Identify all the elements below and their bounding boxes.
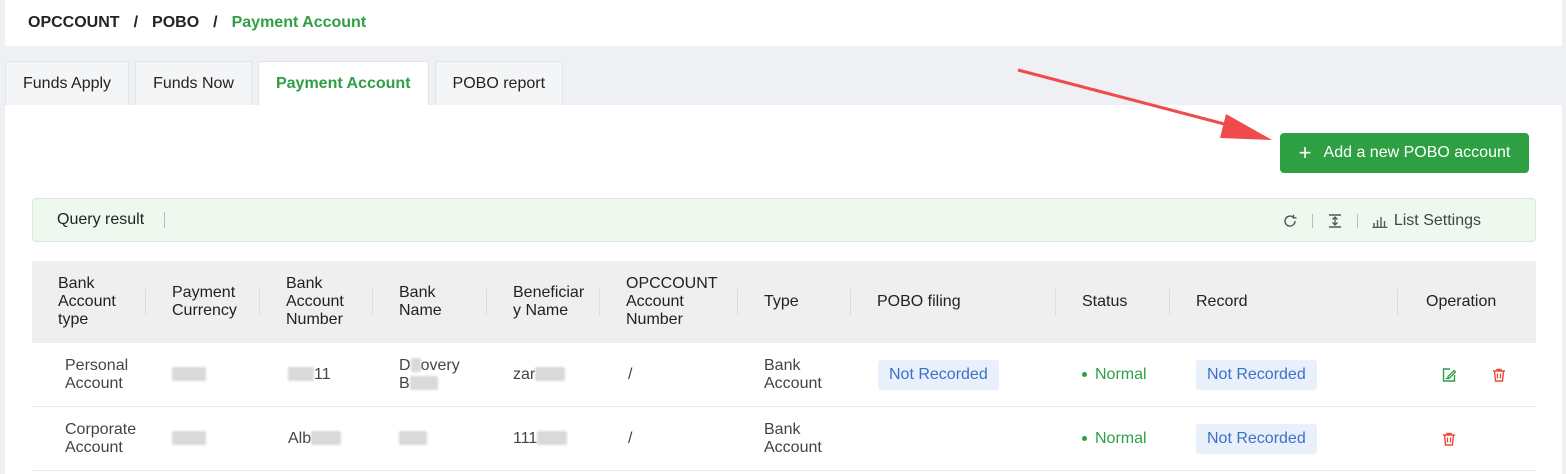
tab-funds-now[interactable]: Funds Now <box>135 61 252 105</box>
payment-account-table: Bank Account type Payment Currency Bank Acco… <box>32 261 1536 471</box>
header-status: Status <box>1056 289 1170 315</box>
tab-funds-apply[interactable]: Funds Apply <box>5 61 130 105</box>
cell-operation <box>1398 431 1536 447</box>
breadcrumb-payment-account: Payment Account <box>231 14 367 31</box>
table-header: Bank Account type Payment Currency Bank Acco… <box>32 261 1536 343</box>
redacted-value <box>535 367 566 382</box>
cell-type: Bank Account <box>764 420 822 456</box>
cell-account-type: Personal Account <box>65 356 129 392</box>
divider <box>1356 214 1358 228</box>
cell-record: Not Recorded <box>1170 423 1398 454</box>
redacted-value <box>311 431 342 446</box>
list-settings-button[interactable]: List Settings <box>1372 212 1481 230</box>
redacted-value <box>537 431 568 446</box>
row-height-icon[interactable] <box>1327 213 1343 229</box>
table-row: Corporate Account Alb 111 / Bank Account N… <box>32 407 1536 471</box>
header-bank-account-type: Bank Account type <box>32 275 146 329</box>
pobo-filing-badge: Not Recorded <box>878 359 999 390</box>
record-badge: Not Recorded <box>1196 359 1317 390</box>
breadcrumb-opccount[interactable]: OPCCOUNT <box>28 14 120 32</box>
delete-icon[interactable] <box>1441 431 1457 447</box>
header-type: Type <box>738 289 851 315</box>
breadcrumb-pobo[interactable]: POBO <box>152 14 199 32</box>
cell-status: Normal <box>1056 430 1170 448</box>
cell-payment-currency <box>146 430 260 448</box>
add-pobo-account-label: Add a new POBO account <box>1323 144 1511 161</box>
tab-pobo-report[interactable]: POBO report <box>434 61 564 105</box>
header-record: Record <box>1170 289 1398 315</box>
redacted-value <box>172 431 206 446</box>
query-result-title: Query result <box>57 211 145 228</box>
redacted-value <box>172 367 206 382</box>
refresh-icon[interactable] <box>1282 213 1298 229</box>
cell-status: Normal <box>1056 366 1170 384</box>
bar-chart-icon <box>1372 217 1388 228</box>
cell-bank-account-number: Alb <box>260 430 373 448</box>
status-indicator: Normal <box>1082 366 1170 384</box>
header-beneficiary-name: Beneficiar y Name <box>487 284 600 320</box>
cell-beneficiary-name: zar <box>487 366 600 384</box>
cell-account-type: Corporate Account <box>65 420 137 456</box>
header-operation: Operation <box>1426 293 1497 310</box>
header-bank-name: Bank Name <box>373 284 487 320</box>
tab-payment-account[interactable]: Payment Account <box>257 61 429 105</box>
status-dot-icon <box>1082 436 1087 441</box>
cell-type: Bank Account <box>764 356 822 392</box>
main-panel: + Add a new POBO account Query result Li… <box>5 105 1562 474</box>
cell-record: Not Recorded <box>1170 359 1398 390</box>
record-badge: Not Recorded <box>1196 423 1317 454</box>
cell-opccount-number: / <box>628 365 633 383</box>
redacted-value <box>409 376 438 391</box>
divider <box>164 212 166 228</box>
cell-operation <box>1398 367 1536 383</box>
cell-bank-name <box>373 430 487 448</box>
query-tools: List Settings <box>1282 199 1481 243</box>
table-row: Personal Account 11 Dovery B zar / Bank Ac… <box>32 343 1536 407</box>
header-opccount-account-number: OPCCOUNT Account Number <box>600 275 738 329</box>
add-pobo-account-button[interactable]: + Add a new POBO account <box>1280 133 1529 173</box>
redacted-value <box>410 358 421 373</box>
divider <box>1311 214 1313 228</box>
tab-bar: Funds Apply Funds Now Payment Account PO… <box>5 61 569 105</box>
cell-beneficiary-name: 111 <box>487 430 600 448</box>
breadcrumb-separator: / <box>213 14 218 31</box>
breadcrumb: OPCCOUNT / POBO / Payment Account <box>5 0 1562 46</box>
status-indicator: Normal <box>1082 430 1170 448</box>
header-payment-currency: Payment Currency <box>146 284 260 320</box>
cell-pobo-filing: Not Recorded <box>851 359 1056 390</box>
edit-icon[interactable] <box>1441 367 1457 383</box>
breadcrumb-separator: / <box>133 14 139 31</box>
cell-bank-name: Dovery B <box>399 356 460 392</box>
redacted-value <box>399 431 427 446</box>
query-result-bar: Query result List Settings <box>32 198 1536 242</box>
header-pobo-filing: POBO filing <box>851 289 1056 315</box>
cell-opccount-number: / <box>628 429 633 447</box>
cell-bank-account-number: 11 <box>260 366 373 384</box>
status-dot-icon <box>1082 372 1087 377</box>
header-bank-account-number: Bank Account Number <box>260 275 373 329</box>
cell-payment-currency <box>146 366 260 384</box>
list-settings-label: List Settings <box>1393 212 1481 229</box>
redacted-value <box>288 367 314 382</box>
plus-icon: + <box>1298 140 1312 165</box>
delete-icon[interactable] <box>1491 367 1507 383</box>
